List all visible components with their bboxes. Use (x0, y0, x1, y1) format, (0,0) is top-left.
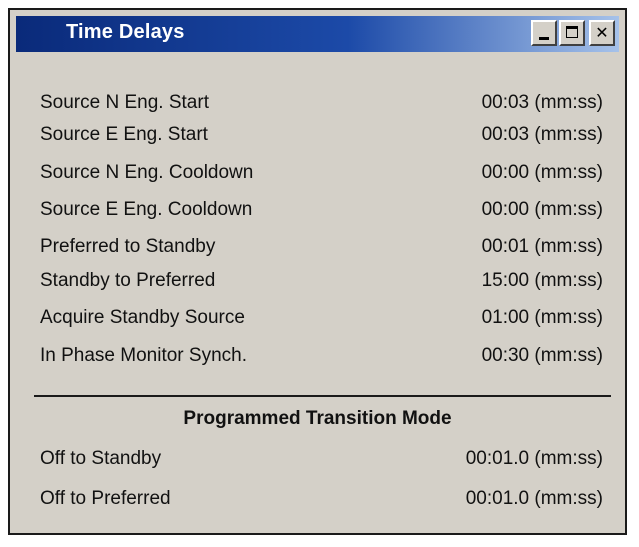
delay-label: Standby to Preferred (40, 270, 216, 291)
minimize-button[interactable] (531, 20, 557, 46)
window-title: Time Delays (66, 21, 185, 43)
delay-row-source-e-start: Source E Eng. Start 00:03 (mm:ss) (40, 124, 603, 154)
delay-label: Acquire Standby Source (40, 307, 245, 328)
delay-row-preferred-to-standby: Preferred to Standby 00:01 (mm:ss) (40, 236, 603, 266)
delay-label: Source E Eng. Start (40, 124, 208, 145)
delay-row-acquire-standby: Acquire Standby Source 01:00 (mm:ss) (40, 307, 603, 337)
delay-row-in-phase-monitor: In Phase Monitor Synch. 00:30 (mm:ss) (40, 345, 603, 375)
minimize-icon (539, 37, 549, 40)
delay-label: Source N Eng. Start (40, 92, 209, 113)
delay-value: 00:03 (mm:ss) (481, 124, 603, 145)
delay-value: 15:00 (mm:ss) (481, 270, 603, 291)
transition-mode-heading: Programmed Transition Mode (183, 408, 452, 429)
time-delays-window: Time Delays ✕ Source N Eng. Start 00:03 … (8, 8, 627, 535)
delay-row-source-n-start: Source N Eng. Start 00:03 (mm:ss) (40, 92, 603, 122)
delay-row-standby-to-preferred: Standby to Preferred 15:00 (mm:ss) (40, 270, 603, 300)
maximize-icon (566, 26, 578, 38)
close-button[interactable]: ✕ (589, 20, 615, 46)
close-icon: ✕ (595, 23, 609, 42)
transition-label: Off to Preferred (40, 488, 171, 509)
transition-label: Off to Standby (40, 448, 162, 469)
delay-value: 00:01 (mm:ss) (481, 236, 603, 257)
delay-value: 00:03 (mm:ss) (481, 92, 603, 113)
delay-label: Source N Eng. Cooldown (40, 162, 254, 183)
title-bar[interactable]: Time Delays ✕ (16, 16, 619, 52)
delay-label: Source E Eng. Cooldown (40, 199, 253, 220)
delay-value: 00:00 (mm:ss) (481, 162, 603, 183)
transition-value: 00:01.0 (mm:ss) (465, 488, 603, 509)
delay-value: 01:00 (mm:ss) (481, 307, 603, 328)
delay-row-source-e-cooldown: Source E Eng. Cooldown 00:00 (mm:ss) (40, 199, 603, 229)
maximize-button[interactable] (559, 20, 585, 46)
delay-value: 00:00 (mm:ss) (481, 199, 603, 220)
transition-row-off-to-standby: Off to Standby 00:01.0 (mm:ss) (40, 448, 603, 478)
transition-value: 00:01.0 (mm:ss) (465, 448, 603, 469)
delay-value: 00:30 (mm:ss) (481, 345, 603, 366)
transition-row-off-to-preferred: Off to Preferred 00:01.0 (mm:ss) (40, 488, 603, 518)
delay-label: Preferred to Standby (40, 236, 216, 257)
delay-row-source-n-cooldown: Source N Eng. Cooldown 00:00 (mm:ss) (40, 162, 603, 192)
delay-label: In Phase Monitor Synch. (40, 345, 247, 366)
section-divider (34, 395, 611, 397)
